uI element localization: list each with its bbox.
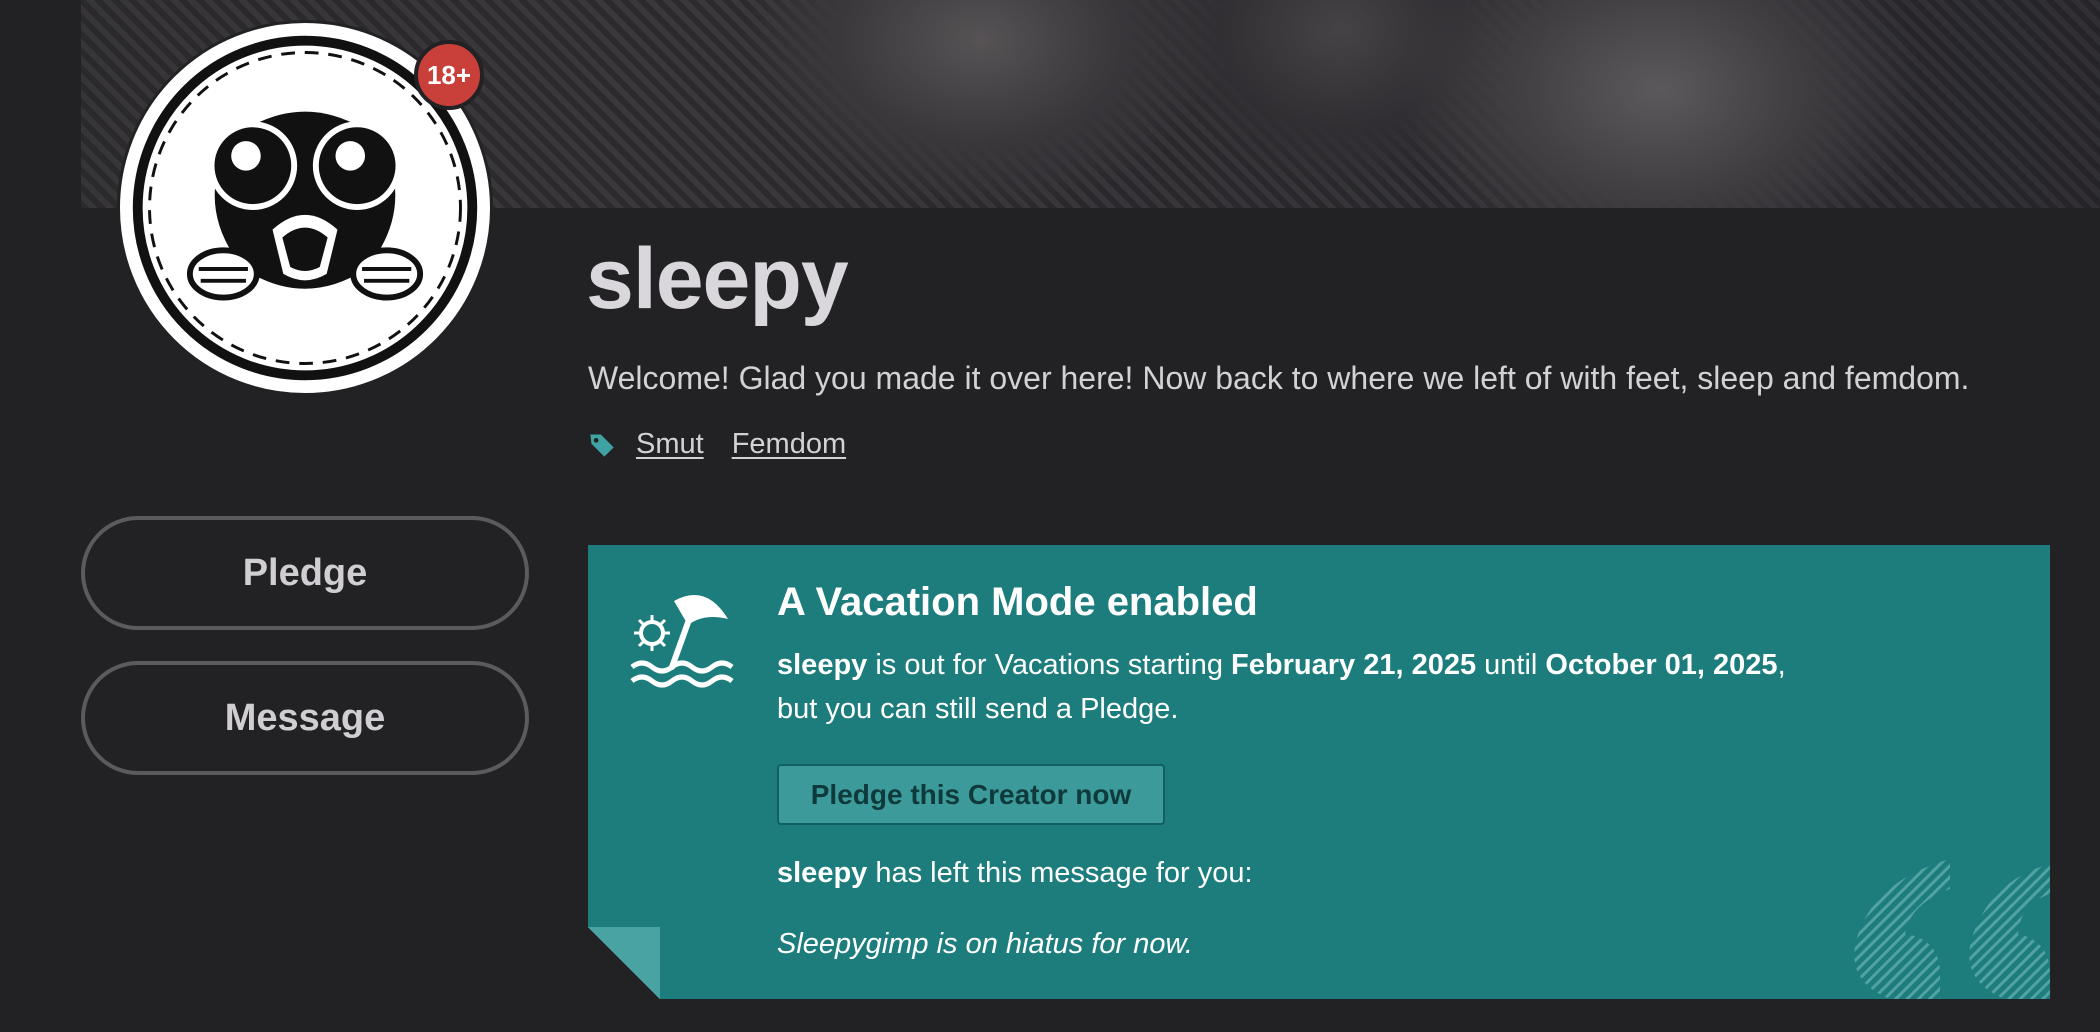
corner-fold-decoration: [588, 927, 660, 999]
tag-list: Smut Femdom: [588, 428, 846, 461]
vacation-creator-name: sleepy: [777, 649, 868, 681]
beach-umbrella-icon: [630, 595, 734, 688]
quote-decoration-icon: [1854, 859, 2050, 999]
creator-bio: Welcome! Glad you made it over here! Now…: [588, 360, 1970, 396]
vacation-dates-text: sleepy is out for Vacations starting Feb…: [777, 649, 1786, 682]
pledge-button[interactable]: Pledge: [81, 516, 529, 630]
creator-name: sleepy: [586, 231, 849, 327]
vacation-text-3: ,: [1777, 649, 1786, 681]
tag-smut[interactable]: Smut: [636, 428, 704, 461]
vacation-message: Sleepygimp is on hiatus for now.: [777, 928, 1193, 960]
vacation-message-creator-name: sleepy: [777, 857, 868, 889]
vacation-end-date: October 01, 2025: [1545, 649, 1778, 681]
vacation-start-date: February 21, 2025: [1231, 649, 1477, 681]
vacation-message-intro: sleepy has left this message for you:: [777, 857, 1253, 890]
vacation-text-2: until: [1476, 649, 1546, 681]
age-restriction-badge: 18+: [414, 40, 484, 110]
vacation-pledge-note: but you can still send a Pledge.: [777, 693, 1179, 725]
vacation-message-intro-rest: has left this message for you:: [867, 857, 1253, 889]
vacation-text-1: is out for Vacations starting: [867, 649, 1232, 681]
message-button[interactable]: Message: [81, 661, 529, 775]
tag-icon: [590, 434, 614, 457]
vacation-title: A Vacation Mode enabled: [777, 580, 1258, 624]
tag-femdom[interactable]: Femdom: [732, 428, 846, 461]
vacation-notice: A Vacation Mode enabled sleepy is out fo…: [588, 545, 2050, 999]
pledge-creator-now-button[interactable]: Pledge this Creator now: [777, 764, 1165, 825]
